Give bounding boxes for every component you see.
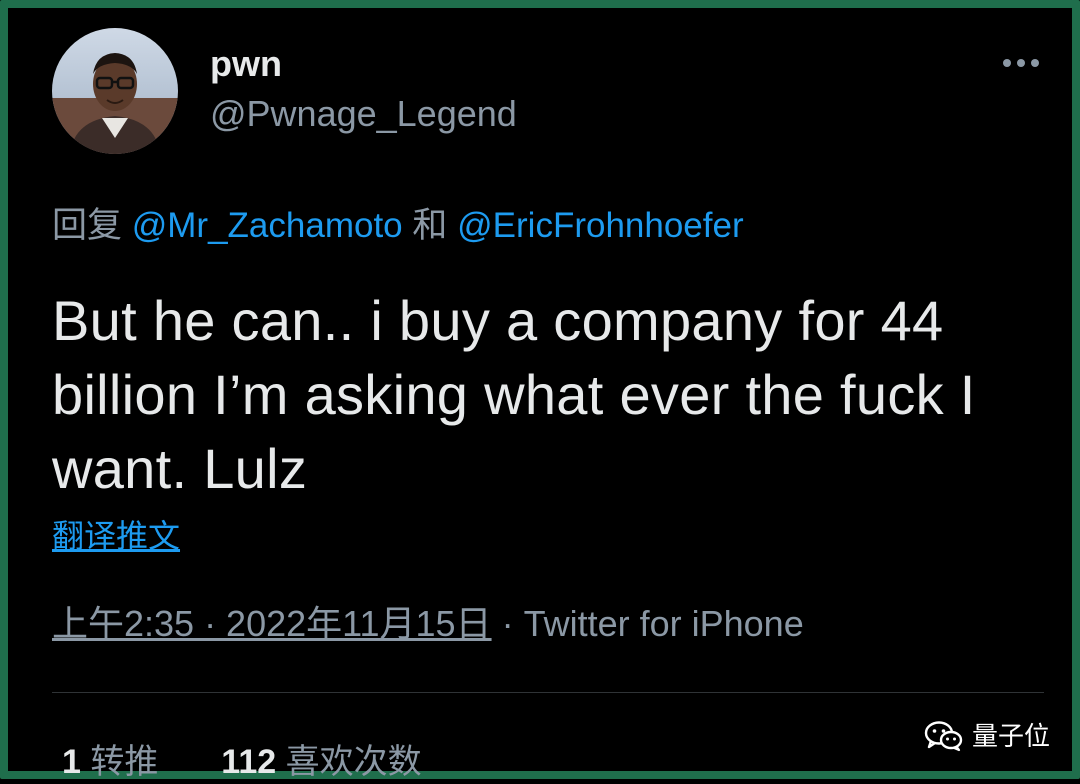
tweet-stats: 1 转推 112 喜欢次数 <box>62 740 422 784</box>
mention-link-1[interactable]: @Mr_Zachamoto <box>132 206 403 245</box>
reply-joiner: 和 <box>412 206 448 245</box>
ellipsis-icon <box>1003 59 1011 67</box>
tweet-frame: pwn @Pwnage_Legend 回复 @Mr_Zachamoto 和 @E… <box>0 0 1080 781</box>
mention-link-2[interactable]: @EricFrohnhoefer <box>457 206 743 245</box>
translate-tweet-link[interactable]: 翻译推文 <box>52 516 180 556</box>
likes-label: 喜欢次数 <box>285 743 422 781</box>
wechat-icon <box>924 721 963 752</box>
avatar[interactable] <box>52 28 178 154</box>
watermark-label: 量子位 <box>972 721 1051 751</box>
meta-separator: · <box>501 603 514 644</box>
avatar-image <box>52 28 178 154</box>
retweets-label: 转推 <box>90 743 159 781</box>
author-display-name[interactable]: pwn <box>210 42 282 86</box>
tweet-text: But he can.. i buy a company for 44 bill… <box>52 289 976 500</box>
reply-context: 回复 @Mr_Zachamoto 和 @EricFrohnhoefer <box>52 204 744 248</box>
divider <box>52 692 1044 693</box>
more-options-button[interactable] <box>994 48 1048 78</box>
likes-count: 112 <box>221 743 277 781</box>
watermark: 量子位 <box>924 716 1050 756</box>
tweet-source[interactable]: Twitter for iPhone <box>524 603 804 644</box>
likes-stat[interactable]: 112 喜欢次数 <box>221 743 421 781</box>
author-handle[interactable]: @Pwnage_Legend <box>210 92 517 136</box>
reply-prefix: 回复 <box>52 206 123 245</box>
ellipsis-icon <box>1031 59 1039 67</box>
ellipsis-icon <box>1017 59 1025 67</box>
tweet-timestamp-link[interactable]: 上午2:35 · 2022年11月15日 <box>52 603 492 644</box>
tweet-meta: 上午2:35 · 2022年11月15日 · Twitter for iPhon… <box>52 602 804 646</box>
retweets-stat[interactable]: 1 转推 <box>62 743 168 781</box>
retweets-count: 1 <box>62 743 81 781</box>
